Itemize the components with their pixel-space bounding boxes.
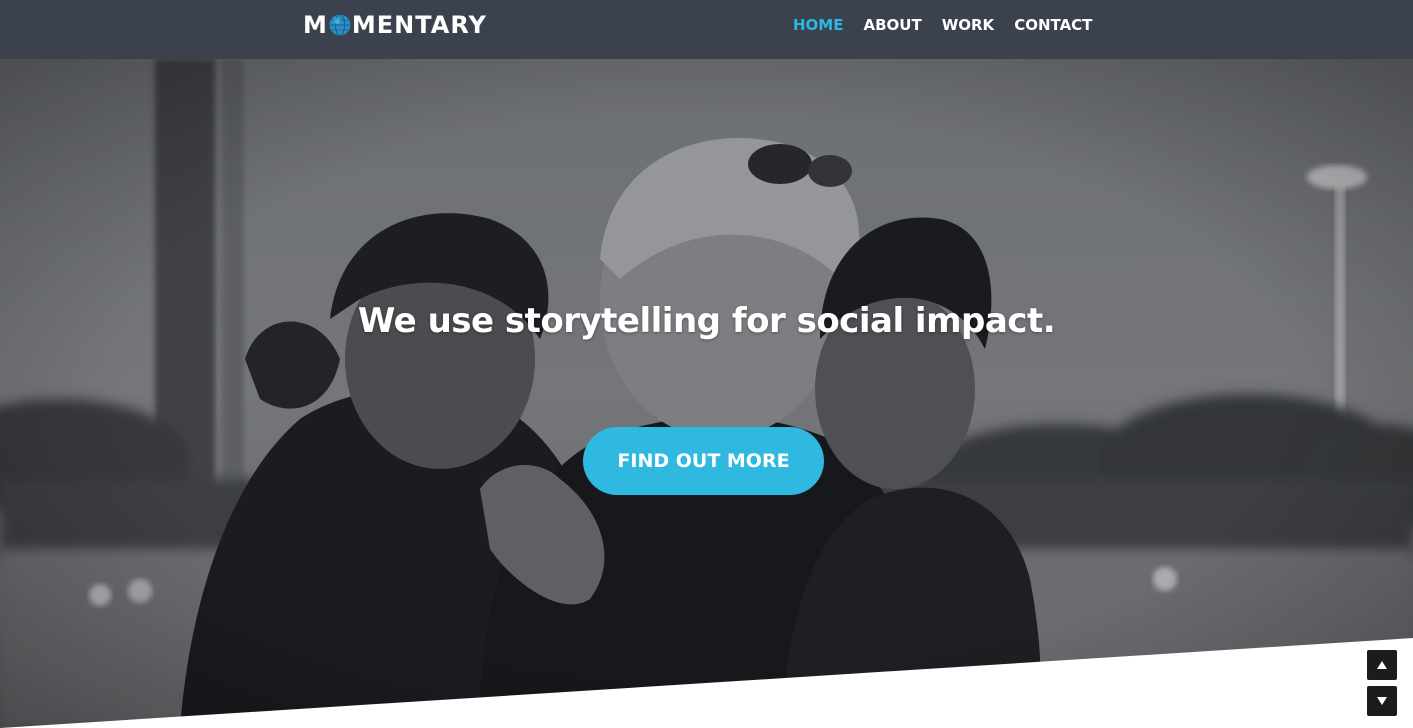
- hero-section: We use storytelling for social impact. F…: [0, 59, 1413, 728]
- navbar: M MENTARY HOME ABOUT WORK CONTACT: [0, 0, 1413, 59]
- nav-work[interactable]: WORK: [942, 16, 994, 34]
- logo-text-end: MENTARY: [351, 11, 487, 39]
- scroll-down-button[interactable]: [1367, 686, 1397, 716]
- logo-text-start: M: [303, 11, 328, 39]
- globe-icon: [329, 14, 351, 36]
- main-nav: HOME ABOUT WORK CONTACT: [793, 16, 1092, 34]
- triangle-down-icon: [1377, 697, 1387, 705]
- nav-home[interactable]: HOME: [793, 16, 843, 34]
- page: M MENTARY HOME ABOUT WORK CONTACT We use…: [0, 0, 1413, 728]
- nav-contact[interactable]: CONTACT: [1014, 16, 1092, 34]
- triangle-up-icon: [1377, 661, 1387, 669]
- logo[interactable]: M MENTARY: [303, 10, 487, 40]
- hero-slant-divider: [0, 638, 1413, 728]
- nav-about[interactable]: ABOUT: [863, 16, 921, 34]
- scroll-up-button[interactable]: [1367, 650, 1397, 680]
